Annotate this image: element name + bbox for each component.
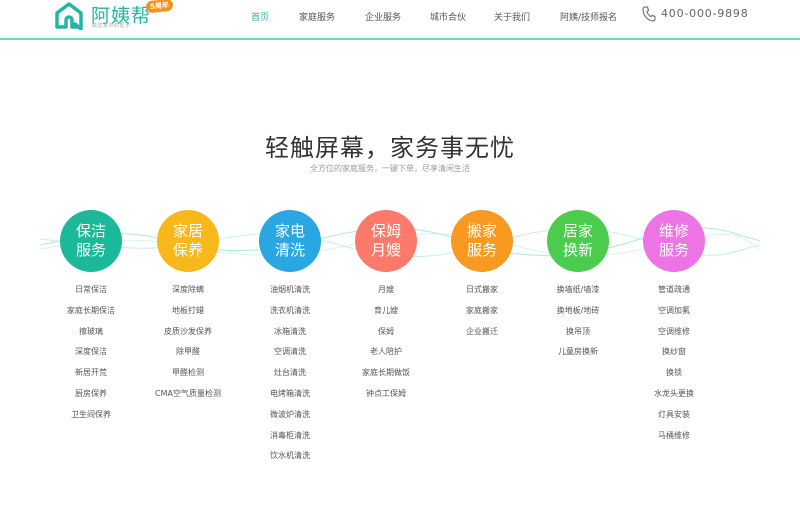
service-item[interactable]: 钟点工保姆 bbox=[338, 388, 434, 409]
category-title-line2: 服务 bbox=[466, 241, 497, 259]
nav-enterprise-services[interactable]: 企业服务 bbox=[365, 10, 401, 23]
service-item[interactable]: 擦玻璃 bbox=[43, 326, 139, 347]
category-circle-cleaning[interactable]: 保洁 服务 bbox=[60, 210, 122, 272]
house-logo-icon bbox=[55, 2, 83, 30]
service-item[interactable]: 除甲醛 bbox=[140, 346, 236, 367]
hero-title: 轻触屏幕，家务事无忧 bbox=[265, 134, 515, 162]
service-item[interactable]: 微波炉清洗 bbox=[242, 409, 338, 430]
service-item[interactable]: 卫生间保养 bbox=[43, 409, 139, 430]
service-item[interactable]: 消毒柜清洗 bbox=[242, 430, 338, 451]
anniversary-badge: 5周年 bbox=[145, 0, 174, 14]
service-item[interactable]: 油烟机清洗 bbox=[242, 284, 338, 305]
service-item[interactable]: 换墙纸/墙漆 bbox=[530, 284, 626, 305]
nav-about-us[interactable]: 关于我们 bbox=[494, 10, 530, 23]
hero-subtitle: 全方位的家庭服务，一键下单，尽享清闲生活 bbox=[310, 164, 470, 173]
logo-slogan: 做您家中的帮手 bbox=[92, 23, 131, 29]
category-circle-home-care[interactable]: 家居 保养 bbox=[157, 210, 219, 272]
service-item[interactable]: 灶台清洗 bbox=[242, 367, 338, 388]
service-item[interactable]: 换吊顶 bbox=[530, 326, 626, 347]
category-title-line1: 家电 bbox=[274, 222, 305, 240]
service-item[interactable]: 甲醛检测 bbox=[140, 367, 236, 388]
nav-home[interactable]: 首页 bbox=[251, 10, 269, 23]
site-logo[interactable]: 阿姨帮 做您家中的帮手 5周年 bbox=[54, 0, 184, 36]
service-item[interactable]: 换纱窗 bbox=[626, 346, 722, 367]
category-circle-nanny[interactable]: 保姆 月嫂 bbox=[355, 210, 417, 272]
category-circle-repair[interactable]: 维修 服务 bbox=[643, 210, 705, 272]
service-list: 月嫂 育儿嫂 保姆 老人陪护 家庭长期做饭 钟点工保姆 bbox=[338, 284, 434, 409]
nav-home-services[interactable]: 家庭服务 bbox=[299, 10, 335, 23]
service-item[interactable]: CMA空气质量检测 bbox=[140, 388, 236, 409]
service-item[interactable]: 深度保洁 bbox=[43, 346, 139, 367]
service-item[interactable]: 空调加氟 bbox=[626, 305, 722, 326]
service-item[interactable]: 马桶维修 bbox=[626, 430, 722, 451]
service-list: 日常保洁 家庭长期保洁 擦玻璃 深度保洁 新居开荒 厨房保养 卫生间保养 bbox=[43, 284, 139, 430]
service-item[interactable]: 家庭长期保洁 bbox=[43, 305, 139, 326]
service-item[interactable]: 厨房保养 bbox=[43, 388, 139, 409]
service-list: 日式搬家 家庭搬家 企业搬迁 bbox=[434, 284, 530, 346]
category-title-line1: 搬家 bbox=[466, 222, 497, 240]
service-item[interactable]: 老人陪护 bbox=[338, 346, 434, 367]
service-item[interactable]: 企业搬迁 bbox=[434, 326, 530, 347]
service-list: 换墙纸/墙漆 换地板/地砖 换吊顶 儿童房换新 bbox=[530, 284, 626, 367]
category-title-line1: 家居 bbox=[172, 222, 203, 240]
service-list: 管道疏通 空调加氟 空调维修 换纱窗 换锁 水龙头更换 灯具安装 马桶维修 bbox=[626, 284, 722, 450]
service-item[interactable]: 换地板/地砖 bbox=[530, 305, 626, 326]
service-item[interactable]: 冰箱清洗 bbox=[242, 326, 338, 347]
service-item[interactable]: 新居开荒 bbox=[43, 367, 139, 388]
service-item[interactable]: 换锁 bbox=[626, 367, 722, 388]
category-title-line2: 服务 bbox=[658, 241, 689, 259]
top-navbar: 阿姨帮 做您家中的帮手 5周年 首页 家庭服务 企业服务 城市合伙 关于我们 阿… bbox=[0, 0, 800, 40]
category-title-line1: 保姆 bbox=[370, 222, 401, 240]
service-item[interactable]: 家庭长期做饭 bbox=[338, 367, 434, 388]
service-item[interactable]: 水龙头更换 bbox=[626, 388, 722, 409]
category-title-line2: 换新 bbox=[562, 241, 593, 259]
category-title-line2: 清洗 bbox=[274, 241, 305, 259]
service-item[interactable]: 家庭搬家 bbox=[434, 305, 530, 326]
service-item[interactable]: 日常保洁 bbox=[43, 284, 139, 305]
service-item[interactable]: 洗衣机清洗 bbox=[242, 305, 338, 326]
service-item[interactable]: 儿童房换新 bbox=[530, 346, 626, 367]
category-circle-moving[interactable]: 搬家 服务 bbox=[451, 210, 513, 272]
service-item[interactable]: 灯具安装 bbox=[626, 409, 722, 430]
header-divider bbox=[0, 38, 800, 40]
service-item[interactable]: 空调清洗 bbox=[242, 346, 338, 367]
category-title-line1: 保洁 bbox=[75, 222, 106, 240]
service-item[interactable]: 深度除螨 bbox=[140, 284, 236, 305]
category-title-line2: 月嫂 bbox=[370, 241, 401, 259]
service-item[interactable]: 电烤箱清洗 bbox=[242, 388, 338, 409]
service-item[interactable]: 管道疏通 bbox=[626, 284, 722, 305]
service-list: 油烟机清洗 洗衣机清洗 冰箱清洗 空调清洗 灶台清洗 电烤箱清洗 微波炉清洗 消… bbox=[242, 284, 338, 471]
category-title-line1: 维修 bbox=[658, 222, 689, 240]
nav-worker-signup[interactable]: 阿姨/技师报名 bbox=[560, 10, 617, 23]
category-title-line2: 保养 bbox=[172, 241, 203, 259]
service-item[interactable]: 日式搬家 bbox=[434, 284, 530, 305]
service-item[interactable]: 皮质沙发保养 bbox=[140, 326, 236, 347]
service-item[interactable]: 空调维修 bbox=[626, 326, 722, 347]
category-title-line2: 服务 bbox=[75, 241, 106, 259]
category-circle-renovation[interactable]: 居家 换新 bbox=[547, 210, 609, 272]
category-circle-appliance-cleaning[interactable]: 家电 清洗 bbox=[259, 210, 321, 272]
phone-icon bbox=[642, 6, 656, 22]
service-item[interactable]: 饮水机清洗 bbox=[242, 450, 338, 471]
service-item[interactable]: 地板打蜡 bbox=[140, 305, 236, 326]
category-title-line1: 居家 bbox=[562, 222, 593, 240]
nav-city-partner[interactable]: 城市合伙 bbox=[430, 10, 466, 23]
phone-number: 400-000-9898 bbox=[661, 7, 749, 20]
service-item[interactable]: 育儿嫂 bbox=[338, 305, 434, 326]
service-item[interactable]: 保姆 bbox=[338, 326, 434, 347]
service-list: 深度除螨 地板打蜡 皮质沙发保养 除甲醛 甲醛检测 CMA空气质量检测 bbox=[140, 284, 236, 409]
service-item[interactable]: 月嫂 bbox=[338, 284, 434, 305]
